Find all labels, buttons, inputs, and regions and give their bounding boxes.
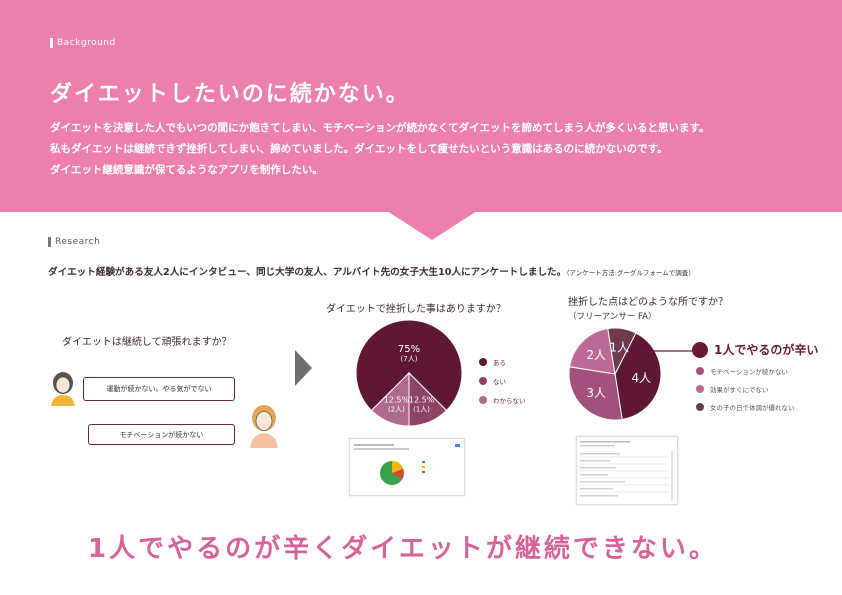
legend-label: ない	[493, 378, 506, 386]
legend-dot	[696, 367, 704, 375]
woman-avatar-icon	[250, 405, 278, 448]
research-description: ダイエット経験がある友人2人にインタビュー、同じ大学の友人、アルバイト先の女子大…	[48, 264, 695, 278]
legend-item: 効果がすぐにでない	[696, 384, 769, 394]
free-answer-preview	[580, 441, 673, 501]
legend-item: わからない	[479, 395, 526, 405]
survey-screenshot-thumbnail	[349, 438, 465, 496]
section-bar-icon	[48, 237, 51, 247]
pie-count-label: (2人)	[388, 405, 405, 413]
research-section-label: Research	[48, 237, 100, 247]
chart2-title-text: 挫折した点はどのような所ですか？	[568, 297, 728, 308]
legend-dot	[696, 385, 704, 393]
pie-data-label: 3人	[586, 386, 606, 400]
legend-item: モチベーションが続かない	[696, 366, 788, 376]
legend-dot	[696, 403, 704, 411]
research-label-text: Research	[55, 237, 101, 247]
section-bar-icon	[50, 38, 53, 48]
pie-data-label: 2人	[586, 348, 606, 362]
pie-count-label: (1人)	[413, 405, 430, 413]
free-answer-screenshot-thumbnail	[576, 436, 678, 505]
background-label-text: Background	[57, 38, 116, 48]
interview-question: ダイエットは継続して頑張れますか？	[62, 337, 232, 348]
legend-dot	[692, 341, 708, 358]
pie-data-label: 12.5%	[384, 395, 410, 404]
pie-data-label: 12.5%	[409, 395, 435, 404]
pie-data-label: 4人	[632, 371, 652, 385]
legend-label: ある	[493, 359, 506, 367]
survey-result-preview	[354, 444, 460, 485]
interview-answer-bubble: モチベーションが続かない	[88, 424, 235, 445]
legend-label: わからない	[493, 397, 526, 405]
page-title: ダイエットしたいのに続かない。	[50, 82, 410, 107]
legend-label: モチベーションが続かない	[710, 368, 788, 376]
highlight-legend-label: 1人でやるのが辛い	[714, 343, 819, 357]
conclusion-text: 1人でやるのが辛くダイエットが継続できない。	[88, 534, 718, 564]
legend-item: 女の子の日で体調が優れない	[696, 402, 795, 412]
bubble-text: 運動が続かない。やる気がでない	[106, 385, 212, 393]
legend-item: ある	[479, 357, 506, 367]
down-arrow-shape	[387, 211, 477, 240]
callout-line	[640, 350, 692, 352]
chart2-title: 挫折した点はどのような所ですか？ （フリーアンサー FA）	[568, 296, 728, 324]
woman-avatar-icon	[51, 372, 75, 406]
legend-label: 効果がすぐにでない	[710, 386, 769, 394]
legend-item: ない	[479, 376, 506, 386]
bubble-text: モチベーションが続かない	[119, 430, 204, 439]
legend-dot	[479, 358, 487, 366]
highlight-legend-item: 1人でやるのが辛い	[692, 341, 818, 358]
pie-chart-1: 75%(7人)12.5%(1人)12.5%(2人)	[355, 319, 463, 427]
background-section-label: Background	[50, 38, 116, 48]
chart1-title: ダイエットで挫折した事はありますか？	[326, 304, 506, 315]
method-note: （アンケート方法:グーグルフォームで調査）	[566, 269, 695, 277]
intro-line: ダイエット継続意識が保てるようなアプリを制作したい。	[50, 164, 323, 176]
research-description-text: ダイエット経験がある友人2人にインタビュー、同じ大学の友人、アルバイト先の女子大…	[48, 267, 567, 278]
pie-data-label: 75%	[398, 344, 420, 355]
legend-dot	[479, 396, 487, 404]
pie-data-label: 1人	[609, 341, 629, 355]
intro-text: ダイエットを決意した人でもいつの間にか飽きてしまい、モチベーションが続かなくてダ…	[50, 118, 710, 181]
pie-count-label: (7人)	[401, 355, 418, 363]
chevron-right-icon	[295, 350, 312, 386]
interview-answer-bubble: 運動が続かない。やる気がでない	[83, 377, 235, 401]
intro-line: 私もダイエットは継続できず挫折してしまい、諦めていました。ダイエットをして痩せた…	[50, 143, 668, 155]
legend-dot	[479, 377, 487, 385]
legend-label: 女の子の日で体調が優れない	[710, 404, 795, 412]
chart2-subtitle: （フリーアンサー FA）	[568, 312, 657, 322]
intro-line: ダイエットを決意した人でもいつの間にか飽きてしまい、モチベーションが続かなくてダ…	[50, 122, 710, 134]
